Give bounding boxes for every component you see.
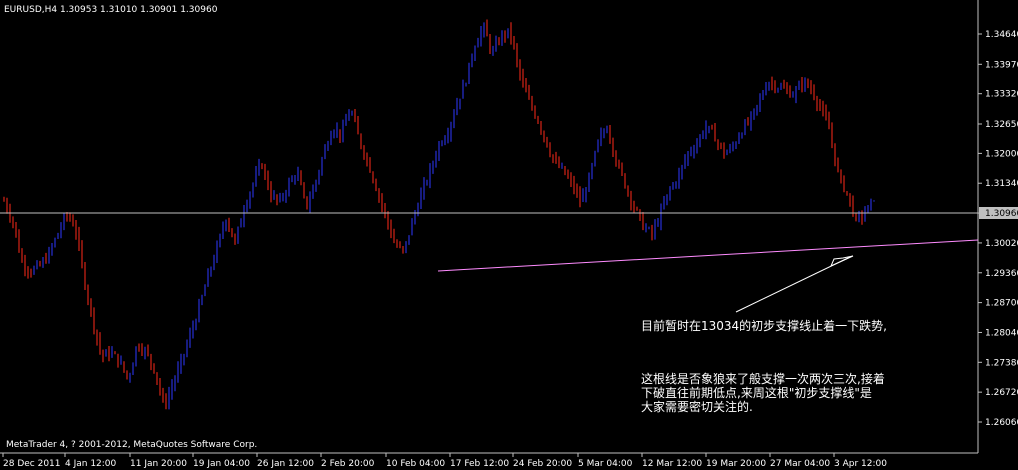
price-tick-label: 1.28040 — [985, 328, 1018, 338]
chart-header: EURUSD,H4 1.30953 1.31010 1.30901 1.3096… — [4, 5, 218, 15]
time-tick-label: 2 Feb 20:00 — [321, 459, 375, 469]
price-tick-label: 1.30020 — [985, 239, 1018, 249]
annotation-note-1: 目前暂时在13034的初步支撑线止着一下跌势, — [641, 318, 887, 333]
time-tick-label: 27 Mar 04:00 — [770, 459, 830, 469]
time-tick-label: 10 Feb 04:00 — [386, 459, 445, 469]
price-tick-label: 1.28700 — [985, 299, 1018, 309]
time-tick-label: 12 Mar 12:00 — [642, 459, 702, 469]
time-tick-label: 19 Mar 20:00 — [706, 459, 766, 469]
copyright-footer: MetaTrader 4, ? 2001-2012, MetaQuotes So… — [6, 440, 257, 450]
price-tick-label: 1.31340 — [985, 179, 1018, 189]
annotation-note-2-line-2: 下破直往前期低点,来周这根"初步支撑线"是 — [641, 385, 872, 400]
time-tick-label: 3 Apr 12:00 — [834, 459, 887, 469]
annotation-note-2-line-3: 大家需要密切关注的. — [641, 399, 753, 414]
price-tick-label: 1.33320 — [985, 90, 1018, 100]
price-tick-label: 1.26060 — [985, 418, 1018, 428]
price-tick-label: 1.27380 — [985, 358, 1018, 368]
time-tick-label: 28 Dec 2011 — [3, 459, 61, 469]
time-tick-label: 26 Jan 12:00 — [257, 459, 314, 469]
time-tick-label: 5 Mar 04:00 — [578, 459, 633, 469]
price-tick-label: 1.29360 — [985, 269, 1018, 279]
time-tick-label: 24 Feb 20:00 — [513, 459, 572, 469]
price-tick-label: 1.32650 — [985, 120, 1018, 130]
price-tick-label: 1.32000 — [985, 149, 1018, 159]
annotation-note-2-line-1: 这根线是否象狼来了般支撑一次两次三次,接着 — [641, 371, 885, 386]
time-tick-label: 17 Feb 12:00 — [450, 459, 509, 469]
price-tick-label: 1.33970 — [985, 60, 1018, 70]
price-tick-label: 1.26720 — [985, 388, 1018, 398]
time-tick-label: 19 Jan 04:00 — [193, 459, 250, 469]
time-tick-label: 11 Jan 20:00 — [130, 459, 187, 469]
price-tick-label: 1.34640 — [985, 30, 1018, 40]
time-tick-label: 4 Jan 12:00 — [65, 459, 117, 469]
price-chart[interactable]: 1.34640 1.33970 1.33320 1.32650 1.32000 1.313… — [0, 0, 1018, 470]
current-price-label: 1.30960 — [985, 209, 1018, 219]
